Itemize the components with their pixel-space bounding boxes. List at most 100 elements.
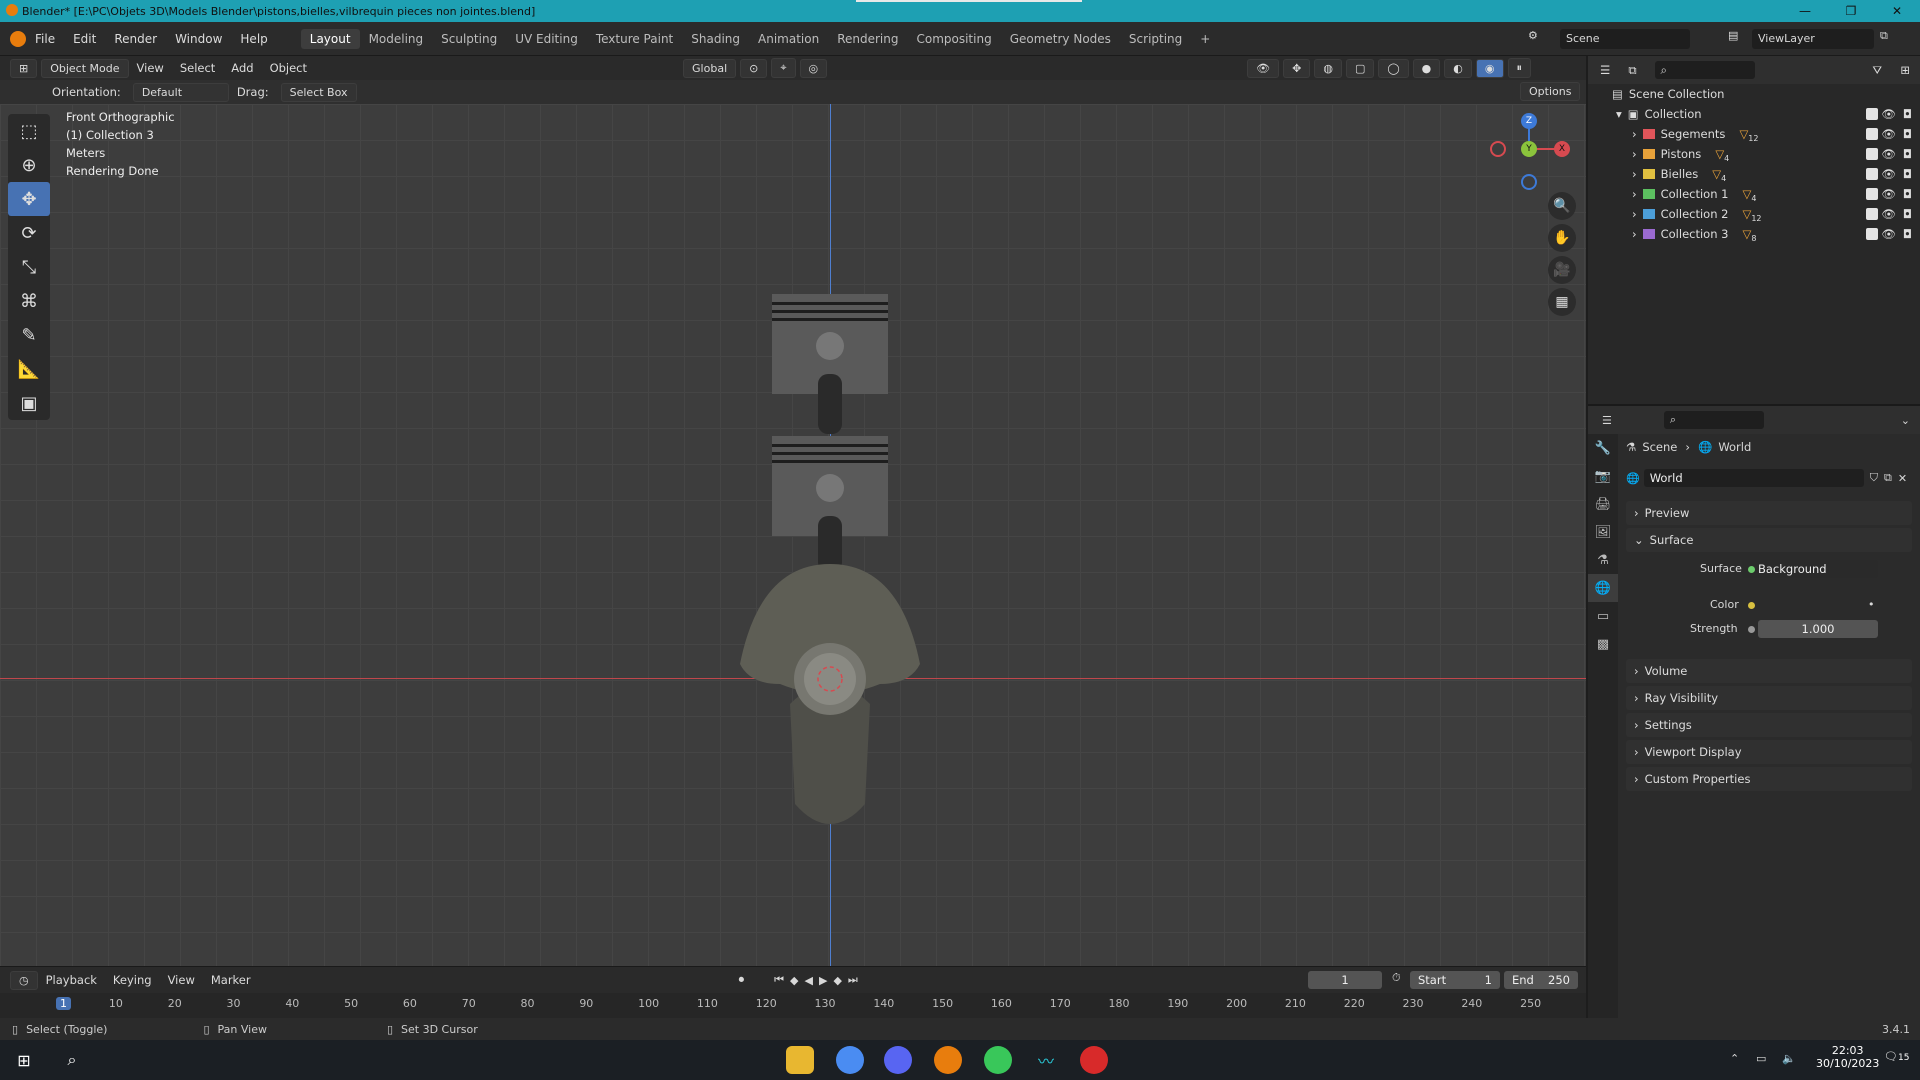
camera-view-icon[interactable]: 🎥 (1548, 256, 1576, 284)
proportional-edit-icon[interactable]: ◎ (799, 58, 828, 78)
new-view-layer-icon[interactable]: ⧉ (1880, 29, 1888, 43)
jump-start-icon[interactable]: ⏮ (774, 973, 784, 987)
chevron-down-icon[interactable]: ▾ (1616, 107, 1622, 121)
tab-scripting[interactable]: Scripting (1120, 29, 1191, 49)
render-camera-icon[interactable]: ◘ (1903, 107, 1912, 121)
chevron-right-icon[interactable]: › (1632, 127, 1637, 141)
record-icon[interactable]: ⏺ (739, 973, 745, 987)
menu-playback[interactable]: Playback (38, 973, 105, 987)
pan-hand-icon[interactable]: ✋ (1548, 224, 1576, 252)
eye-icon[interactable]: 👁 (1881, 107, 1896, 121)
exclude-checkbox[interactable] (1866, 168, 1878, 180)
xray-toggle-icon[interactable]: ▢ (1345, 58, 1375, 78)
properties-search-icon[interactable]: ⌕ (1663, 411, 1764, 429)
menu-window[interactable]: Window (166, 32, 231, 46)
start-frame-field[interactable]: Start 1 (1410, 971, 1500, 989)
tab-animation[interactable]: Animation (749, 29, 828, 49)
outliner-item[interactable]: › Segements ▽ 12 👁 ◘ (1588, 124, 1920, 144)
new-collection-icon[interactable]: ⊞ (1900, 63, 1910, 77)
exclude-checkbox[interactable] (1866, 108, 1878, 120)
world-type-icon[interactable]: 🌐 (1626, 472, 1640, 485)
eye-icon[interactable]: 👁 (1881, 207, 1896, 221)
next-keyframe-icon[interactable]: ◆ (833, 974, 841, 987)
outliner-item[interactable]: › Collection 1 ▽ 4 👁 ◘ (1588, 184, 1920, 204)
strength-socket-icon[interactable] (1748, 626, 1755, 633)
render-camera-icon[interactable]: ◘ (1903, 187, 1912, 201)
options-button[interactable]: Options (1520, 82, 1581, 101)
fake-user-icon[interactable]: ⛉ (1870, 471, 1878, 485)
snap-icon[interactable]: ⌖ (771, 58, 796, 78)
color-socket-icon[interactable] (1748, 602, 1755, 609)
tab-geometry-nodes[interactable]: Geometry Nodes (1001, 29, 1120, 49)
gizmo-toggle-icon[interactable]: ✥ (1283, 58, 1311, 78)
maximize-button[interactable]: ❐ (1828, 0, 1874, 22)
exclude-checkbox[interactable] (1866, 228, 1878, 240)
blender-taskbar-icon[interactable] (934, 1046, 962, 1074)
filter-icon[interactable]: ⛛ (1872, 63, 1882, 78)
world-name-field[interactable]: World (1643, 469, 1864, 487)
unlink-world-icon[interactable]: ✕ (1898, 472, 1907, 485)
mode-selector[interactable]: Object Mode (41, 58, 129, 78)
media-player-icon[interactable] (1080, 1046, 1108, 1074)
duplicate-world-icon[interactable]: ⧉ (1884, 471, 1892, 485)
rotate-tool-icon[interactable]: ⟳ (8, 216, 50, 250)
orientation-selector[interactable]: Default (132, 82, 229, 102)
engine-model[interactable] (700, 284, 960, 924)
pause-render-icon[interactable]: ⏸ (1507, 58, 1531, 78)
exclude-checkbox[interactable] (1866, 128, 1878, 140)
tray-chevron-icon[interactable]: ⌃ (1730, 1052, 1739, 1065)
editor-type-icon[interactable]: ⊞ (10, 58, 38, 78)
eye-icon[interactable]: 👁 (1881, 227, 1896, 241)
render-camera-icon[interactable]: ◘ (1903, 127, 1912, 141)
properties-type-icon[interactable]: ☰ (1602, 414, 1612, 427)
gizmo-x-ball[interactable]: X (1554, 141, 1570, 157)
3d-viewport[interactable]: ⬚ ⊕ ✥ ⟳ ⤡ ⌘ ✎ 📐 ▣ Front Orthographic (1)… (0, 104, 1586, 966)
chevron-right-icon[interactable]: › (1632, 187, 1637, 201)
menu-add[interactable]: Add (223, 61, 261, 75)
gizmo-neg-x-ball[interactable] (1490, 141, 1506, 157)
color-keyframe-icon[interactable]: • (1868, 598, 1875, 611)
clock[interactable]: 22:03 30/10/2023 (1816, 1044, 1879, 1070)
playhead[interactable]: 1 (56, 997, 71, 1010)
annotate-tool-icon[interactable]: ✎ (8, 318, 50, 352)
minimize-button[interactable]: — (1782, 0, 1828, 22)
eye-icon[interactable]: 👁 (1881, 147, 1896, 161)
viewport-display-panel-header[interactable]: › Viewport Display (1626, 740, 1912, 764)
scene-icon[interactable]: ⚙ (1528, 29, 1546, 47)
gizmo-z-ball[interactable]: Z (1521, 113, 1537, 129)
transform-orientation-selector[interactable]: Global (683, 58, 737, 78)
menu-object[interactable]: Object (262, 61, 315, 75)
exclude-checkbox[interactable] (1866, 188, 1878, 200)
render-camera-icon[interactable]: ◘ (1903, 147, 1912, 161)
app-wave-icon[interactable]: 〰 (1032, 1046, 1060, 1074)
search-icon[interactable]: ⌕ (58, 1046, 86, 1074)
cursor-tool-icon[interactable]: ⊕ (8, 148, 50, 182)
tab-compositing[interactable]: Compositing (907, 29, 1000, 49)
app-green-icon[interactable] (984, 1046, 1012, 1074)
ortho-grid-icon[interactable]: ▦ (1548, 288, 1576, 316)
drag-selector[interactable]: Select Box (280, 82, 357, 102)
ray-visibility-panel-header[interactable]: › Ray Visibility (1626, 686, 1912, 710)
timeline-frame-ruler[interactable]: 1 10 20 30 40 50 60 70 80 90 100 110 120 130 140 150 160… (0, 993, 1586, 1019)
custom-properties-panel-header[interactable]: › Custom Properties (1626, 767, 1912, 791)
file-explorer-icon[interactable] (786, 1046, 814, 1074)
menu-render[interactable]: Render (105, 32, 166, 46)
chevron-right-icon[interactable]: › (1632, 207, 1637, 221)
speaker-icon[interactable]: 🔈 (1782, 1052, 1796, 1065)
outliner-item[interactable]: › Bielles ▽ 4 👁 ◘ (1588, 164, 1920, 184)
outliner-item[interactable]: › Pistons ▽ 4 👁 ◘ (1588, 144, 1920, 164)
menu-timeline-view[interactable]: View (160, 973, 203, 987)
scene-collection-row[interactable]: ▤ Scene Collection (1588, 84, 1920, 104)
gizmo-neg-z-ball[interactable] (1521, 174, 1537, 190)
add-workspace-button[interactable]: + (1191, 29, 1219, 49)
collection-row[interactable]: ▾ ▣ Collection 👁 ◘ (1588, 104, 1920, 124)
timeline-editor-type-icon[interactable]: ◷ (10, 970, 38, 990)
menu-help[interactable]: Help (231, 32, 276, 46)
tool-tab-icon[interactable]: 🔧 (1588, 434, 1618, 462)
surface-shader-field[interactable]: Background (1742, 560, 1878, 578)
menu-keying[interactable]: Keying (105, 973, 160, 987)
exclude-checkbox[interactable] (1866, 208, 1878, 220)
rendered-shading-icon[interactable]: ◉ (1475, 58, 1504, 78)
tab-uv-editing[interactable]: UV Editing (506, 29, 587, 49)
display-mode-icon[interactable]: ⧉ (1628, 63, 1636, 78)
